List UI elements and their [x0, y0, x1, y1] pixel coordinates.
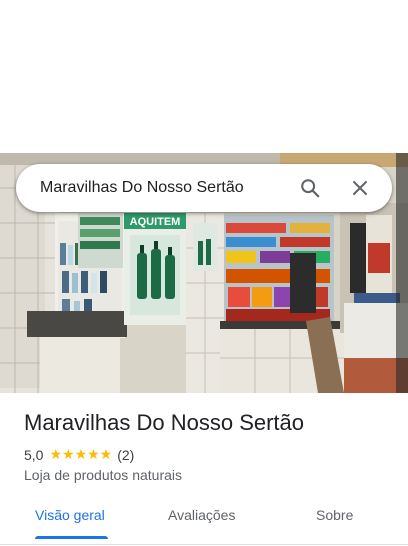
search-input[interactable]: Maravilhas Do Nosso Sertão — [40, 179, 294, 197]
active-tab-indicator — [35, 536, 108, 539]
search-icon[interactable] — [294, 172, 326, 204]
snack-shelves — [224, 215, 334, 333]
tab-bar: Visão geral Avaliações Sobre — [0, 495, 408, 539]
tab-overview[interactable]: Visão geral — [35, 507, 105, 523]
tabs-divider — [0, 544, 408, 545]
place-category[interactable]: Loja de produtos naturais — [24, 467, 182, 483]
tab-about[interactable]: Sobre — [316, 507, 353, 523]
search-bar[interactable]: Maravilhas Do Nosso Sertão — [16, 164, 392, 212]
rating-value: 5,0 — [24, 446, 44, 463]
star-rating-icon: ★★★★★ — [49, 446, 113, 462]
close-icon[interactable] — [344, 172, 376, 204]
tab-reviews[interactable]: Avaliações — [168, 507, 235, 523]
reviews-count[interactable]: (2) — [117, 447, 134, 463]
banner-text: AQUITEM — [130, 216, 181, 228]
blank-top-area — [0, 0, 408, 153]
aquitem-banner: AQUITEM — [124, 213, 186, 325]
place-title: Maravilhas Do Nosso Sertão — [24, 410, 305, 435]
rating-row[interactable]: 5,0 ★★★★★ (2) — [24, 446, 134, 463]
